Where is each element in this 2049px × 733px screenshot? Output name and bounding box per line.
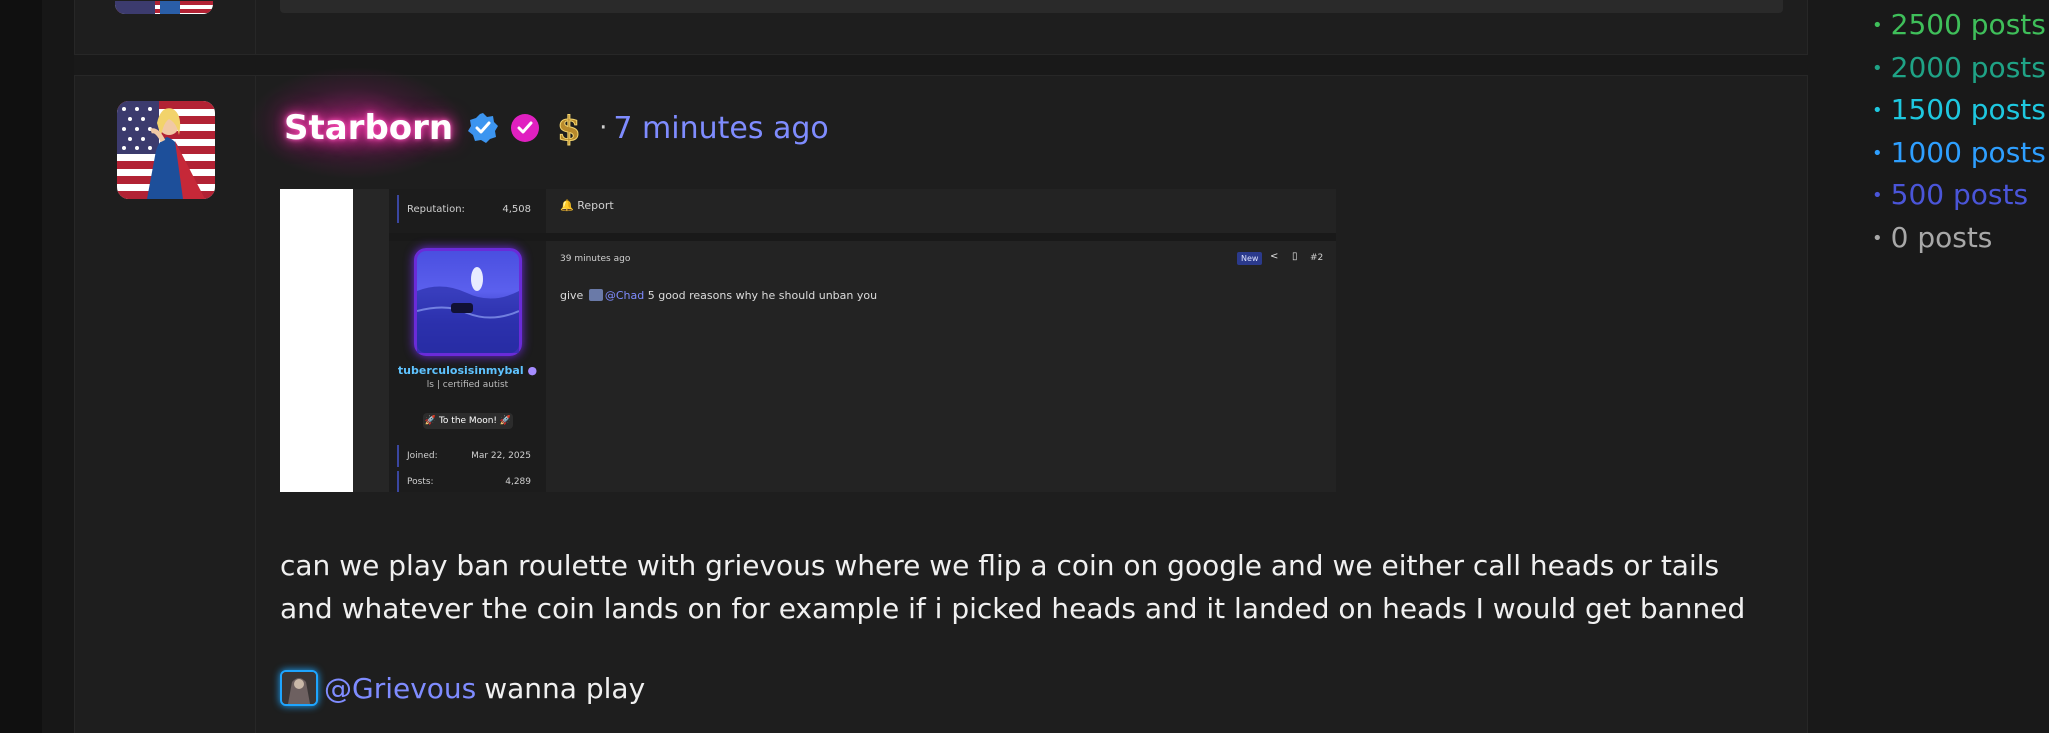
screenshot-reputation-row: Reputation: 4,508: [397, 195, 539, 223]
post-message: can we play ban roulette with grievous w…: [280, 549, 1746, 625]
username[interactable]: Starborn: [280, 108, 457, 148]
screenshot-post-time: 39 minutes ago: [560, 254, 631, 264]
previous-post-avatar[interactable]: [115, 0, 213, 14]
pink-check-icon: [509, 112, 541, 144]
joined-value: Mar 22, 2025: [471, 451, 531, 461]
bullet-icon: •: [1872, 227, 1883, 249]
screenshot-dark-strip: [353, 189, 389, 492]
bookmark-icon: ▯: [1292, 251, 1298, 262]
posts-label: Posts:: [407, 477, 434, 487]
screenshot-post-separator: [389, 233, 1336, 241]
screenshot-post-number: #2: [1310, 253, 1324, 263]
screenshot-posts-row: Posts: 4,289: [397, 471, 539, 492]
forum-page: Starborn $ · 7 minutes ago Reputation: 4…: [0, 0, 2049, 733]
legend-item: • 500 posts: [1872, 174, 2046, 217]
legend-label: 0 posts: [1890, 220, 1993, 254]
screenshot-post-body: give @Chad 5 good reasons why he should …: [560, 289, 878, 302]
verified-check-icon: [467, 112, 499, 144]
posts-value: 4,289: [505, 477, 531, 487]
legend-item: • 2000 posts: [1872, 47, 2046, 90]
mention-line: @Grievous wanna play: [280, 670, 645, 706]
previous-post: [74, 0, 1808, 55]
mini-avatar-icon: [588, 289, 603, 301]
post-count-legend: • 2500 posts • 2000 posts • 1500 posts • 1000 p…: [1872, 4, 2046, 259]
avatar-image: [117, 101, 215, 199]
bullet-icon: •: [1872, 15, 1883, 36]
screenshot-report-link: 🔔 Report: [560, 199, 614, 212]
svg-text:$: $: [557, 109, 581, 147]
bullet-icon: •: [1872, 100, 1883, 121]
bullet-icon: •: [1872, 142, 1883, 164]
separator: ·: [599, 113, 608, 143]
mention-text: wanna play: [484, 671, 646, 705]
post-timestamp[interactable]: 7 minutes ago: [613, 111, 828, 146]
legend-label: 2500 posts: [1890, 8, 2046, 41]
legend-item: • 1500 posts: [1872, 89, 2046, 132]
page-left-edge: [0, 0, 42, 733]
screenshot-user-title: ls | certified autist: [426, 380, 509, 390]
legend-label: 1500 posts: [1890, 93, 2046, 126]
post-header: Starborn $ · 7 minutes ago: [250, 68, 829, 178]
legend-label: 2000 posts: [1890, 50, 2046, 84]
report-label: Report: [577, 199, 614, 212]
legend-item: • 1000 posts: [1872, 132, 2046, 175]
column-divider: [255, 76, 256, 733]
mention-username[interactable]: @Grievous: [324, 672, 476, 705]
reputation-label: Reputation:: [407, 203, 465, 215]
legend-item: • 0 posts: [1872, 217, 2046, 260]
screenshot-username: tuberculosisinmybal ●: [397, 364, 538, 377]
screenshot-white-strip: [280, 189, 353, 492]
forum-post: Starborn $ · 7 minutes ago Reputation: 4…: [74, 68, 1808, 733]
legend-label: 1000 posts: [1890, 135, 2046, 169]
legend-item: • 2500 posts: [1872, 4, 2046, 47]
page-left-gutter: [42, 0, 74, 733]
screenshot-user-avatar: [414, 248, 522, 356]
bullet-icon: •: [1872, 57, 1883, 79]
bell-icon: 🔔: [560, 199, 574, 212]
share-icon: <: [1270, 251, 1279, 262]
reputation-value: 4,508: [502, 203, 531, 215]
dollar-sign-icon: $: [551, 109, 587, 147]
legend-label: 500 posts: [1890, 178, 2029, 211]
screenshot-joined-row: Joined: Mar 22, 2025: [397, 445, 539, 467]
previous-post-content: [280, 0, 1783, 13]
column-divider: [255, 0, 256, 55]
joined-label: Joined:: [407, 451, 438, 461]
mention-avatar[interactable]: [280, 670, 318, 706]
avatar[interactable]: [117, 101, 215, 199]
screenshot-new-badge: New: [1237, 252, 1263, 265]
verified-icon: ●: [527, 364, 538, 377]
bullet-icon: •: [1872, 185, 1883, 206]
screenshot-user-pill: 🚀 To the Moon! 🚀: [423, 413, 513, 429]
embedded-screenshot[interactable]: Reputation: 4,508 🔔 Report tuberculosisi…: [280, 189, 1336, 492]
